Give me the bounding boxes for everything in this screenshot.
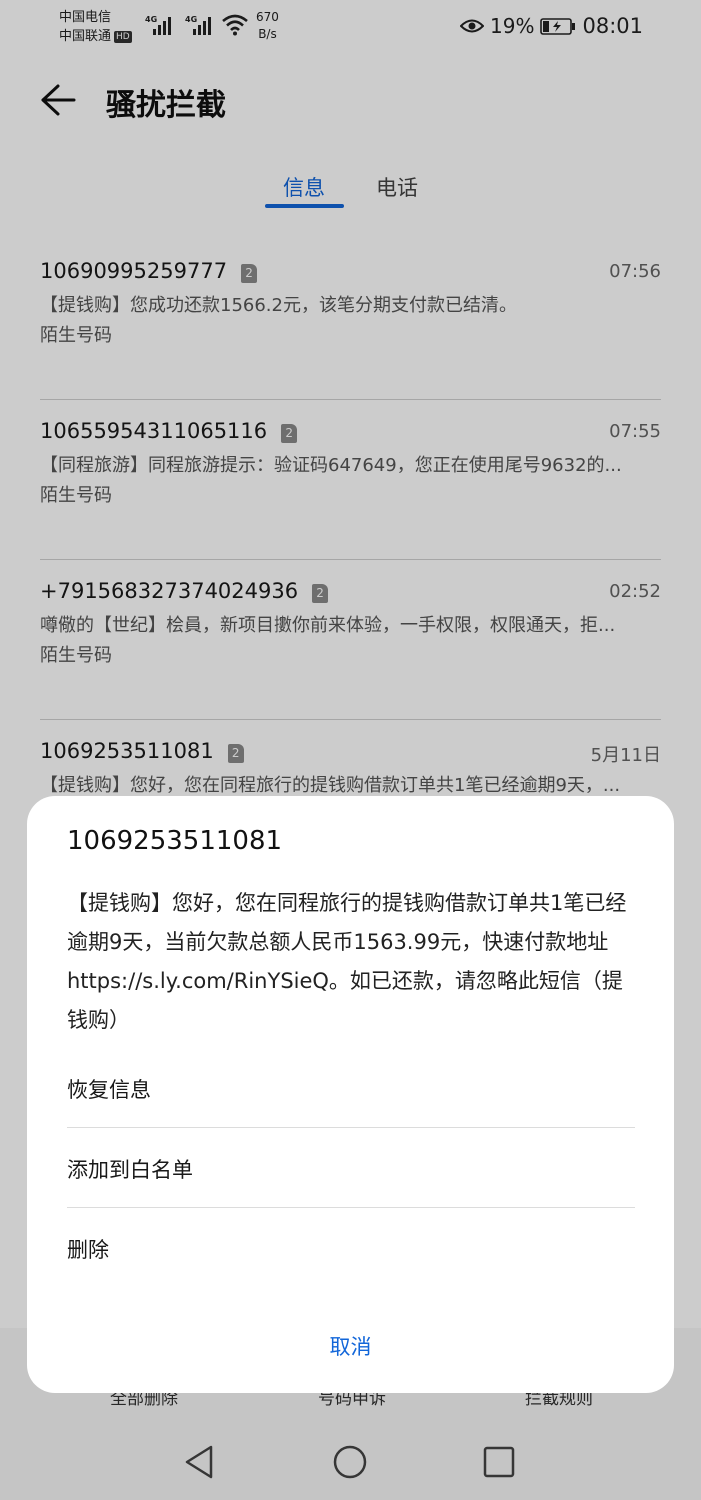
dialog-message-body: 【提钱购】您好，您在同程旅行的提钱购借款订单共1笔已经逾期9天，当前欠款总额人民…: [67, 891, 627, 1032]
add-to-whitelist-option[interactable]: 添加到白名单: [67, 1128, 635, 1208]
dialog-title: 1069253511081: [67, 826, 283, 856]
option-label: 添加到白名单: [67, 1158, 193, 1182]
cancel-button[interactable]: 取消: [27, 1331, 674, 1361]
restore-message-option[interactable]: 恢复信息: [67, 1048, 635, 1128]
option-label: 删除: [67, 1238, 109, 1262]
option-label: 恢复信息: [67, 1078, 151, 1102]
delete-option[interactable]: 删除: [67, 1208, 635, 1288]
message-action-dialog: 1069253511081 【提钱购】您好，您在同程旅行的提钱购借款订单共1笔已…: [27, 796, 674, 1393]
